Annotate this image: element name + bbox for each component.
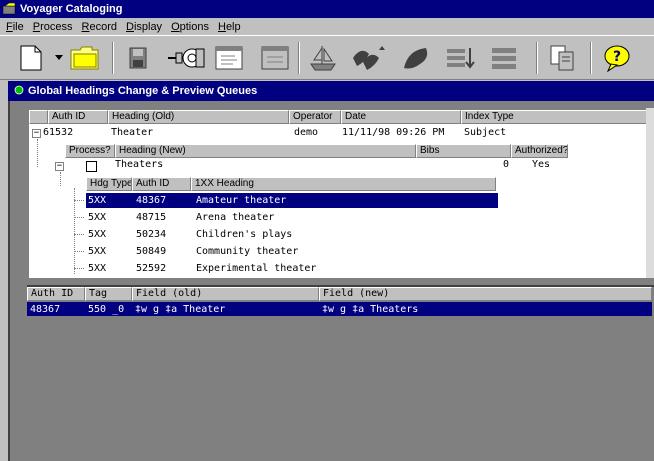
- heading-row-auth-id: 50849: [136, 246, 167, 257]
- heading-row-type: 5XX: [88, 229, 107, 240]
- heading-row-selected[interactable]: 5XX 48367 Amateur theater: [86, 193, 498, 208]
- sub-collapse-toggle[interactable]: −: [55, 162, 64, 171]
- col-fields-tag[interactable]: Tag: [85, 287, 132, 301]
- bird-icon[interactable]: [398, 41, 436, 75]
- col-operator[interactable]: Operator: [289, 110, 341, 124]
- ship-icon[interactable]: [304, 41, 342, 75]
- headings-header-row: Auth ID Heading (Old) Operator Date Inde…: [29, 110, 651, 124]
- heading-row[interactable]: 5XX 50234 Children's plays: [86, 227, 498, 242]
- row-heading[interactable]: Theater: [111, 127, 153, 138]
- menu-help[interactable]: Help: [214, 21, 246, 33]
- heading-row-heading: Experimental theater: [196, 263, 317, 274]
- sub-row-authorized: Yes: [532, 159, 551, 170]
- open-folder-icon[interactable]: [66, 41, 104, 75]
- heading-row-heading: Community theater: [196, 246, 299, 257]
- inner-header-row: Hdg Type Auth ID 1XX Heading: [86, 177, 496, 191]
- col-authorized[interactable]: Authorized?: [511, 144, 568, 158]
- fields-row-field-old: ‡w g ‡a Theater: [135, 303, 226, 315]
- col-index-type[interactable]: Index Type: [461, 110, 651, 124]
- child-window-titlebar: Global Headings Change & Preview Queues: [8, 81, 654, 101]
- row-auth-id[interactable]: 61532: [43, 127, 73, 138]
- col-process[interactable]: Process?: [65, 144, 115, 158]
- fields-row-auth-id: 48367: [30, 303, 61, 315]
- sub-row-bibs: 0: [503, 159, 510, 170]
- col-bibs[interactable]: Bibs: [416, 144, 511, 158]
- list-icon[interactable]: [486, 41, 524, 75]
- toolbar: ?: [0, 35, 654, 80]
- heading-row[interactable]: 5XX 52592 Experimental theater: [86, 261, 498, 276]
- heading-row[interactable]: 5XX 48715 Arena theater: [86, 210, 498, 225]
- menu-display[interactable]: Display: [122, 21, 167, 33]
- col-heading-old[interactable]: Heading (Old): [108, 110, 289, 124]
- dropdown-arrow-icon[interactable]: [52, 41, 66, 75]
- fields-row-selected[interactable]: 48367 550 _0 ‡w g ‡a Theater ‡w g ‡a The…: [27, 302, 652, 316]
- child-window-title: Global Headings Change & Preview Queues: [28, 85, 258, 97]
- col-1xx-heading[interactable]: 1XX Heading: [191, 177, 496, 191]
- new-document-icon[interactable]: [14, 41, 48, 75]
- heading-row-heading: Children's plays: [196, 229, 293, 240]
- svg-text:?: ?: [613, 49, 621, 65]
- menu-bar: File Process Record Display Options Help: [0, 18, 654, 35]
- sub-row-heading[interactable]: Theaters: [115, 159, 163, 170]
- app-icon: [2, 2, 17, 15]
- row-operator[interactable]: demo: [294, 127, 318, 138]
- sub-header-row: Process? Heading (New) Bibs Authorized?: [65, 144, 568, 158]
- fields-row-field-new: ‡w g ‡a Theaters: [322, 303, 419, 315]
- child-window-icon: [14, 85, 24, 98]
- heading-row-auth-id: 48715: [136, 212, 167, 223]
- fields-row-tag: 550 _0: [88, 303, 125, 315]
- row-date[interactable]: 11/11/98 09:26 PM: [342, 127, 444, 138]
- heading-row[interactable]: 5XX 50849 Community theater: [86, 244, 498, 259]
- col-fields-auth-id[interactable]: Auth ID: [27, 287, 85, 301]
- fields-header-row: Auth ID Tag Field (old) Field (new): [27, 287, 652, 301]
- help-balloon-icon[interactable]: ?: [598, 41, 636, 75]
- menu-options[interactable]: Options: [167, 21, 214, 33]
- upper-vertical-scrollbar[interactable]: [646, 108, 654, 278]
- col-field-new[interactable]: Field (new): [319, 287, 652, 301]
- birds-arrow-icon[interactable]: [350, 41, 388, 75]
- heading-row-type: 5XX: [88, 212, 107, 223]
- col-hdg-type[interactable]: Hdg Type: [86, 177, 132, 191]
- collapse-toggle[interactable]: −: [32, 129, 41, 138]
- menu-file[interactable]: File: [2, 21, 29, 33]
- form-alt-icon[interactable]: [256, 41, 294, 75]
- heading-row-auth-id: 50234: [136, 229, 167, 240]
- list-arrow-icon[interactable]: [444, 41, 482, 75]
- heading-row-heading: Arena theater: [196, 212, 275, 223]
- process-checkbox[interactable]: [86, 161, 97, 172]
- heading-row-auth-id: 52592: [136, 263, 167, 274]
- col-auth-id[interactable]: Auth ID: [48, 110, 108, 124]
- heading-row-type: 5XX: [88, 246, 107, 257]
- col-inner-auth-id[interactable]: Auth ID: [132, 177, 191, 191]
- app-title: Voyager Cataloging: [20, 3, 123, 15]
- form-icon[interactable]: [210, 41, 248, 75]
- col-date[interactable]: Date: [341, 110, 461, 124]
- col-heading-new[interactable]: Heading (New): [115, 144, 416, 158]
- network-connect-icon[interactable]: [164, 41, 208, 75]
- heading-row-type: 5XX: [88, 195, 107, 206]
- col-field-old[interactable]: Field (old): [132, 287, 319, 301]
- tree-document-icon[interactable]: [544, 41, 582, 75]
- heading-row-heading: Amateur theater: [196, 195, 287, 206]
- row-index-type[interactable]: Subject: [464, 127, 506, 138]
- heading-row-auth-id: 48367: [136, 195, 167, 206]
- save-icon[interactable]: [122, 41, 154, 75]
- menu-record[interactable]: Record: [78, 21, 122, 33]
- heading-row-type: 5XX: [88, 263, 107, 274]
- fields-pane[interactable]: Auth ID Tag Field (old) Field (new) 4836…: [27, 285, 654, 461]
- headings-tree-pane[interactable]: Auth ID Heading (Old) Operator Date Inde…: [27, 108, 654, 278]
- menu-process[interactable]: Process: [29, 21, 78, 33]
- app-titlebar: Voyager Cataloging: [0, 0, 654, 18]
